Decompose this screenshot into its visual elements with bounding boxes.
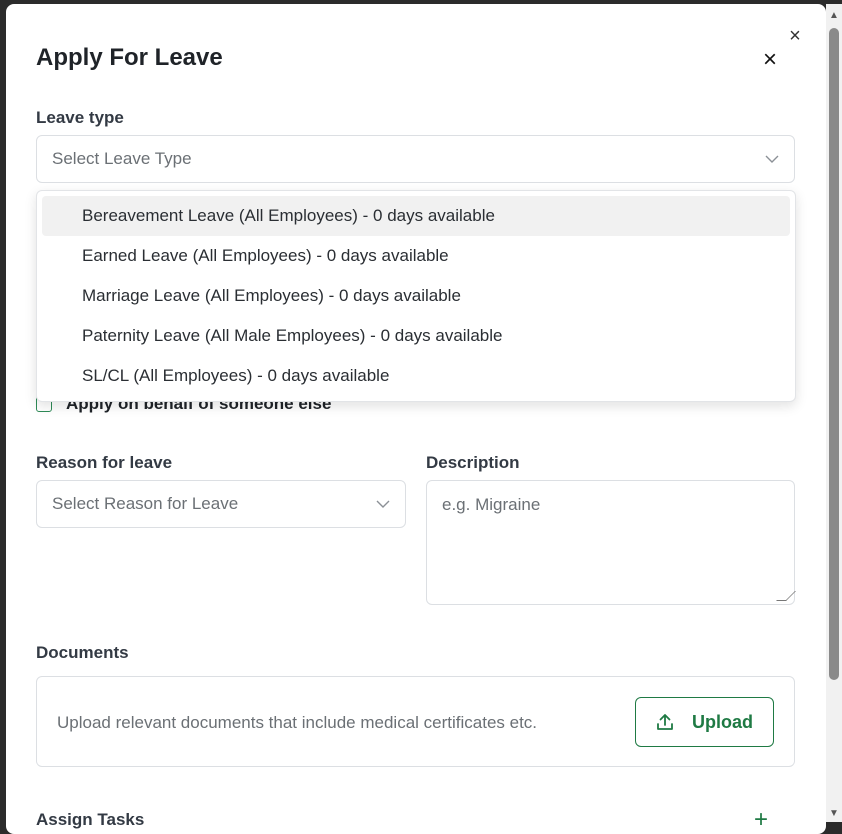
leave-option-paternity[interactable]: Paternity Leave (All Male Employees) - 0… <box>42 316 790 356</box>
leave-option-bereavement[interactable]: Bereavement Leave (All Employees) - 0 da… <box>42 196 790 236</box>
resize-handle-icon[interactable] <box>776 591 796 601</box>
upload-button[interactable]: Upload <box>635 697 774 747</box>
scroll-down-icon[interactable]: ▼ <box>828 808 840 820</box>
leave-option-marriage[interactable]: Marriage Leave (All Employees) - 0 days … <box>42 276 790 316</box>
description-label: Description <box>426 453 520 472</box>
leave-type-dropdown: Bereavement Leave (All Employees) - 0 da… <box>36 190 796 402</box>
chevron-down-icon <box>376 496 390 512</box>
reason-label: Reason for leave <box>36 453 173 472</box>
leave-type-placeholder: Select Leave Type <box>52 149 192 168</box>
leave-type-label: Leave type <box>36 108 124 127</box>
assign-tasks-label: Assign Tasks <box>36 810 145 829</box>
documents-label: Documents <box>36 643 129 662</box>
upload-icon <box>656 713 674 731</box>
description-placeholder: e.g. Migraine <box>442 495 541 514</box>
description-textarea[interactable]: e.g. Migraine <box>426 480 796 605</box>
scrollbar[interactable]: ▲ ▼ <box>826 4 842 822</box>
close-icon[interactable]: × <box>756 46 784 74</box>
upload-label: Upload <box>692 711 753 732</box>
documents-box: Upload relevant documents that include m… <box>36 676 795 767</box>
leave-option-earned[interactable]: Earned Leave (All Employees) - 0 days av… <box>42 236 790 276</box>
plus-icon[interactable]: + <box>754 808 768 832</box>
leave-type-select[interactable]: Select Leave Type <box>36 135 795 183</box>
modal-title: Apply For Leave <box>36 44 223 71</box>
documents-hint: Upload relevant documents that include m… <box>57 713 538 732</box>
outer-close-icon[interactable]: × <box>781 22 809 50</box>
chevron-down-icon <box>765 151 779 167</box>
scrollbar-thumb[interactable] <box>829 28 839 680</box>
reason-placeholder: Select Reason for Leave <box>52 494 239 513</box>
leave-option-sl-cl[interactable]: SL/CL (All Employees) - 0 days available <box>42 356 790 396</box>
scroll-up-icon[interactable]: ▲ <box>828 10 840 22</box>
apply-leave-modal: Apply For Leave × Leave type Select Leav… <box>6 4 826 834</box>
reason-select[interactable]: Select Reason for Leave <box>36 480 406 528</box>
